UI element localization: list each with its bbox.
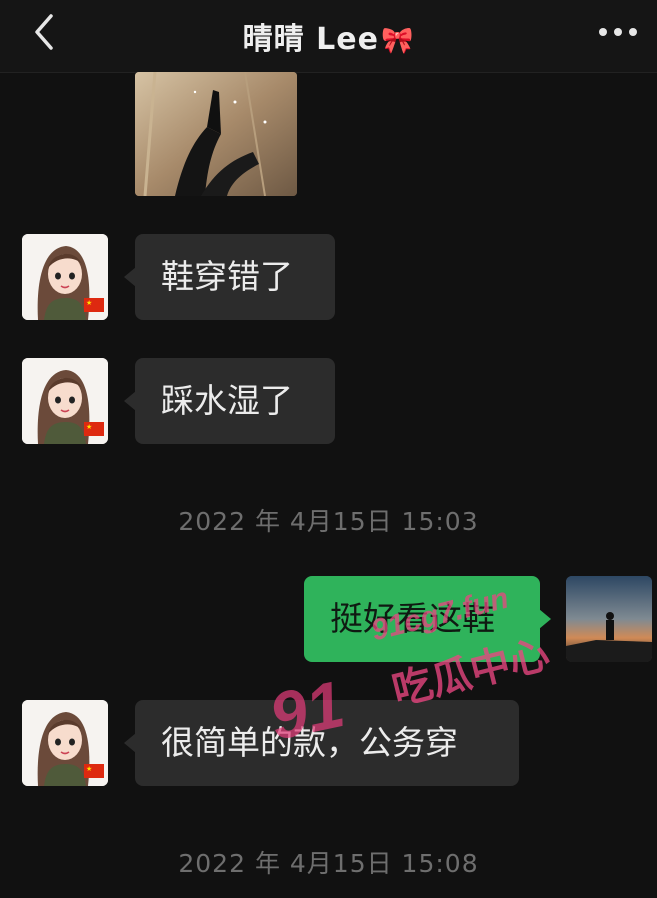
shoes-photo <box>135 72 297 196</box>
message-bubble[interactable]: 鞋穿错了 <box>124 234 335 320</box>
contact-avatar[interactable]: ★ <box>22 358 108 444</box>
contact-avatar[interactable]: ★ <box>22 234 108 320</box>
more-dots-icon <box>599 28 637 36</box>
sunset-silhouette-avatar-icon <box>566 576 652 662</box>
chat-header: 晴晴 Lee🎀 <box>0 0 657 73</box>
svg-text:★: ★ <box>86 299 92 307</box>
svg-text:★: ★ <box>86 423 92 431</box>
cartoon-girl-avatar-icon: ★ <box>22 358 108 444</box>
message-bubble[interactable]: 踩水湿了 <box>124 358 335 444</box>
message-text: 鞋穿错了 <box>161 257 293 296</box>
chat-title-text: 晴晴 Lee <box>242 22 379 57</box>
image-message[interactable] <box>135 72 297 196</box>
cartoon-girl-avatar-icon: ★ <box>22 234 108 320</box>
more-options-button[interactable] <box>595 14 641 50</box>
contact-avatar[interactable]: ★ <box>22 700 108 786</box>
chat-title: 晴晴 Lee🎀 <box>0 14 657 58</box>
message-timestamp: 2022 年 4月15日 15:03 <box>178 507 479 536</box>
message-bubble-self[interactable]: 挺好看这鞋 <box>304 576 551 662</box>
cartoon-girl-avatar-icon: ★ <box>22 700 108 786</box>
message-timestamp: 2022 年 4月15日 15:08 <box>178 849 479 878</box>
self-avatar[interactable] <box>566 576 652 662</box>
message-bubble[interactable]: 很简单的款，公务穿 <box>124 700 519 786</box>
message-text: 踩水湿了 <box>161 381 293 420</box>
svg-text:★: ★ <box>86 765 92 773</box>
message-text: 很简单的款，公务穿 <box>161 723 458 762</box>
message-text: 挺好看这鞋 <box>330 599 495 638</box>
ribbon-emoji: 🎀 <box>380 26 415 56</box>
